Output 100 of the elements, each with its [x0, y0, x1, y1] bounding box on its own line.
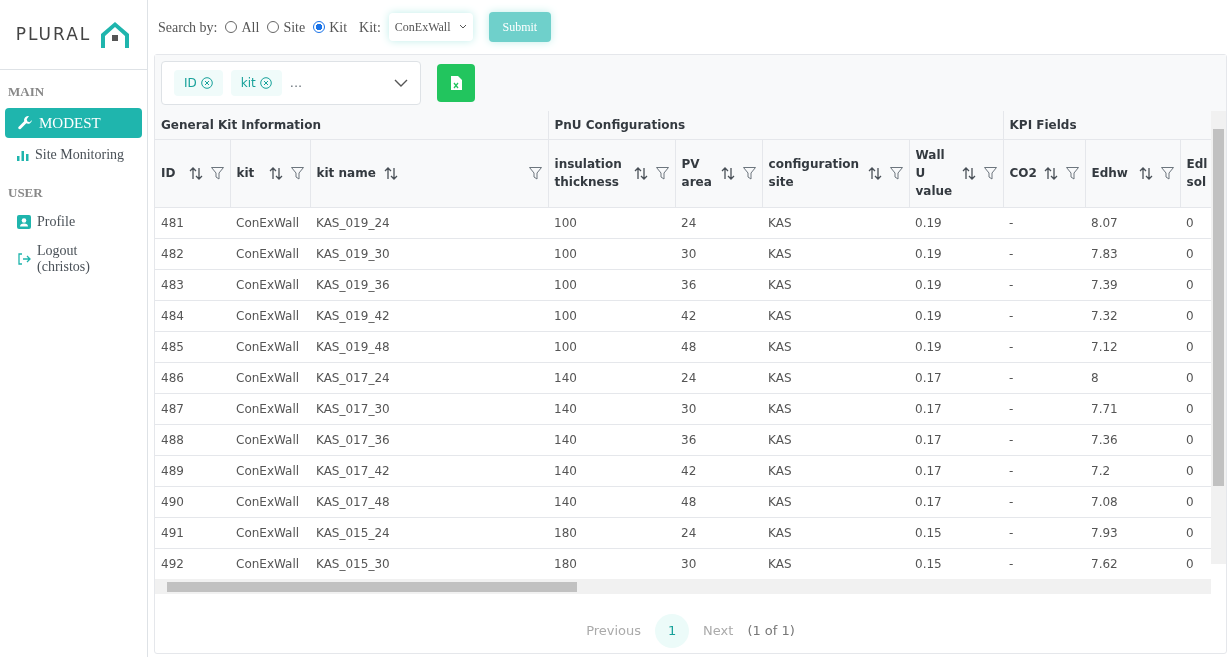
- table-cell: ConExWall: [230, 424, 310, 455]
- column-header[interactable]: kit name: [316, 164, 376, 182]
- logo-text: PLURAL: [15, 22, 92, 46]
- column-header[interactable]: CO2: [1009, 164, 1037, 182]
- horizontal-scrollbar[interactable]: [155, 579, 1211, 594]
- table-cell: 0.17: [909, 393, 1004, 424]
- column-header[interactable]: kit: [236, 164, 255, 182]
- table-cell: 100: [548, 238, 676, 269]
- filter-icon[interactable]: [889, 166, 903, 180]
- table-cell: KAS_019_24: [310, 207, 549, 238]
- chevron-down-icon: [394, 79, 408, 87]
- sidebar-item[interactable]: Profile: [5, 208, 142, 235]
- table-cell: ConExWall: [230, 269, 310, 300]
- table-cell: -: [1003, 300, 1086, 331]
- search-label: Search by:: [158, 18, 218, 37]
- table-cell: 7.12: [1085, 331, 1181, 362]
- sort-icon[interactable]: [268, 166, 283, 180]
- column-header[interactable]: ID: [161, 164, 176, 182]
- table-cell: 0.17: [909, 455, 1004, 486]
- table-cell: 100: [548, 331, 676, 362]
- table-cell: 7.39: [1085, 269, 1181, 300]
- filter-icon[interactable]: [1065, 166, 1079, 180]
- section-title: USER: [7, 184, 44, 203]
- table-cell: -: [1003, 238, 1086, 269]
- remove-icon[interactable]: [259, 77, 272, 89]
- table-cell: 30: [675, 393, 763, 424]
- table-cell: KAS_019_42: [310, 300, 549, 331]
- table-cell: KAS: [762, 362, 910, 393]
- vertical-scrollbar[interactable]: [1211, 111, 1226, 564]
- radio-option[interactable]: All: [225, 16, 260, 38]
- filter-icon[interactable]: [290, 166, 304, 180]
- remove-icon[interactable]: [200, 77, 213, 89]
- table-cell: KAS_019_48: [310, 331, 549, 362]
- table-cell: 24: [675, 517, 763, 548]
- column-select[interactable]: ID kit ...: [161, 61, 421, 105]
- table-cell: 488: [155, 424, 230, 455]
- sort-icon[interactable]: [961, 166, 976, 180]
- table-cell: 42: [675, 300, 763, 331]
- table-cell: KAS: [762, 424, 910, 455]
- kit-select[interactable]: ConExWall: [388, 13, 473, 41]
- table-cell: 140: [548, 486, 676, 517]
- table-cell: 0.19: [909, 269, 1004, 300]
- excel-file-icon: [450, 76, 462, 90]
- table-cell: 100: [548, 300, 676, 331]
- table-cell: KAS_019_36: [310, 269, 549, 300]
- table-cell: KAS_017_24: [310, 362, 549, 393]
- table-cell: 7.36: [1085, 424, 1181, 455]
- table-cell: 140: [548, 455, 676, 486]
- table-cell: 0.15: [909, 517, 1004, 548]
- table-cell: -: [1003, 331, 1086, 362]
- table-cell: 486: [155, 362, 230, 393]
- table-cell: 100: [548, 269, 676, 300]
- table-cell: 7.71: [1085, 393, 1181, 424]
- group-header: PnU Configurations: [548, 111, 1004, 139]
- table-cell: 0.17: [909, 424, 1004, 455]
- table-cell: 180: [548, 517, 676, 548]
- sort-icon[interactable]: [1138, 166, 1153, 180]
- table-cell: KAS_017_30: [310, 393, 549, 424]
- table-cell: 36: [675, 269, 763, 300]
- sort-icon[interactable]: [720, 166, 735, 180]
- table-cell: 7.83: [1085, 238, 1181, 269]
- kit-label: Kit:: [359, 18, 381, 37]
- table-cell: 36: [675, 424, 763, 455]
- table-cell: 42: [675, 455, 763, 486]
- sort-icon[interactable]: [867, 166, 882, 180]
- sort-icon[interactable]: [1043, 166, 1058, 180]
- table-cell: KAS_017_36: [310, 424, 549, 455]
- table-cell: 0.19: [909, 238, 1004, 269]
- sort-icon[interactable]: [633, 166, 648, 180]
- table-cell: KAS: [762, 455, 910, 486]
- filter-icon[interactable]: [742, 166, 756, 180]
- table-cell: ConExWall: [230, 207, 310, 238]
- filter-icon[interactable]: [210, 166, 224, 180]
- table-cell: 24: [675, 207, 763, 238]
- sidebar-item[interactable]: Site Monitoring: [5, 142, 142, 168]
- filter-icon[interactable]: [655, 166, 669, 180]
- table-cell: KAS: [762, 207, 910, 238]
- table-cell: 48: [675, 486, 763, 517]
- logout-icon: [17, 251, 31, 266]
- table-cell: 48: [675, 331, 763, 362]
- excel-export-button[interactable]: [437, 64, 475, 102]
- radio-option[interactable]: Kit: [313, 16, 348, 38]
- radio-option[interactable]: Site: [267, 16, 306, 38]
- table-cell: ConExWall: [230, 517, 310, 548]
- table-cell: 487: [155, 393, 230, 424]
- sort-icon[interactable]: [188, 166, 203, 180]
- column-header[interactable]: Edhw: [1091, 164, 1128, 182]
- filter-icon[interactable]: [983, 166, 997, 180]
- filter-icon[interactable]: [1160, 166, 1174, 180]
- table-cell: 482: [155, 238, 230, 269]
- sidebar-item[interactable]: Logout (christos): [5, 238, 142, 280]
- table-cell: ConExWall: [230, 238, 310, 269]
- table-cell: 30: [675, 238, 763, 269]
- filter-icon[interactable]: [528, 166, 542, 180]
- sort-icon[interactable]: [383, 166, 398, 180]
- bar-chart-icon: [17, 148, 29, 161]
- table-cell: 0.17: [909, 362, 1004, 393]
- table-cell: KAS: [762, 300, 910, 331]
- table-cell: 485: [155, 331, 230, 362]
- wrench-icon: [17, 114, 33, 131]
